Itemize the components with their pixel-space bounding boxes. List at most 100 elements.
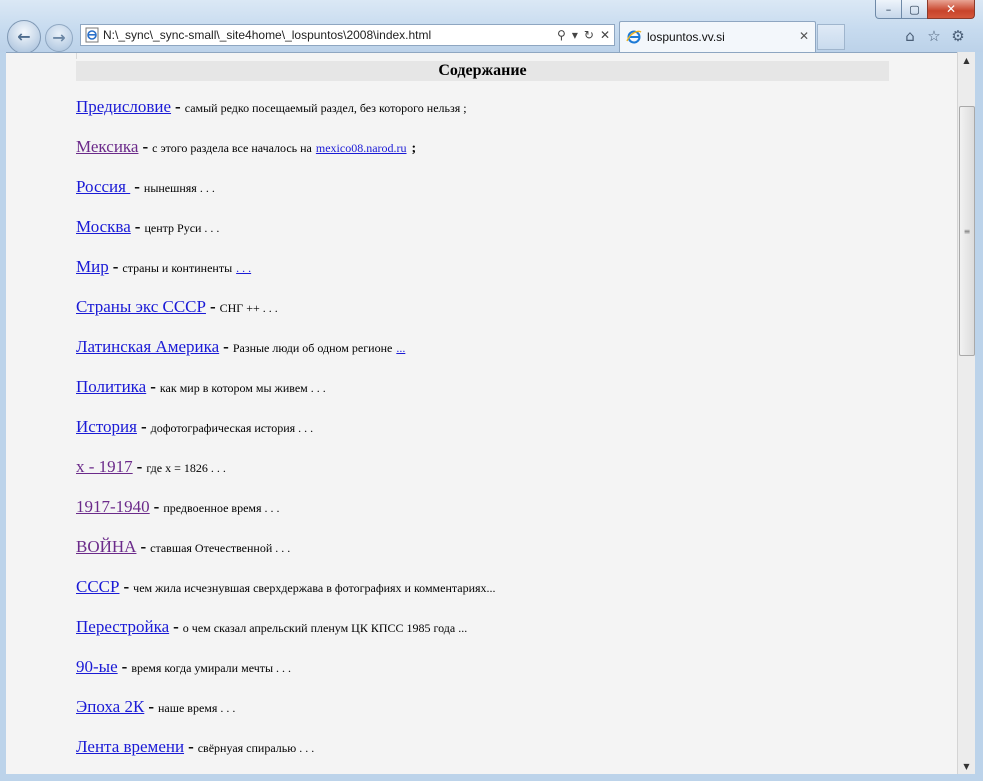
section-link[interactable]: Страны экс СССР [76,297,206,316]
contents-header: Содержание [76,61,889,81]
trailing-text: ; [411,141,417,156]
search-icon[interactable]: ⚲ [557,29,566,41]
list-item: Москва - центр Руси . . . [76,217,219,237]
tab-title: lospuntos.vv.si [647,30,725,44]
list-item: ВОЙНА - ставшая Отечественной . . . [76,537,290,557]
section-link[interactable]: x - 1917 [76,457,133,476]
dropdown-icon[interactable]: ▾ [572,29,578,41]
section-link[interactable]: Эпоха 2К [76,697,144,716]
section-link[interactable]: Мексика [76,137,138,156]
section-description: Разные люди об одном регионе [232,341,393,355]
section-description: с этого раздела все началось на [152,141,312,155]
scroll-down-icon[interactable]: ▼ [958,758,975,775]
forward-arrow-icon: → [52,28,66,47]
section-description: о чем сказал апрельский пленум ЦК КПСС 1… [182,621,468,635]
separator-dash: - [148,697,154,716]
separator-dash: - [136,457,143,476]
section-description: центр Руси . . . [144,221,220,235]
tab-lospuntos[interactable]: lospuntos.vv.si ✕ [619,21,816,52]
separator-dash: - [121,657,128,676]
list-item: Мексика - с этого раздела все началось на … [76,137,416,157]
section-description: время когда умирали мечты . . . [131,661,292,675]
separator-dash: - [150,377,156,396]
separator-dash: - [134,177,140,196]
inline-link[interactable]: . . . [236,261,251,275]
section-description: самый редко посещаемый раздел, без котор… [184,101,467,115]
list-item: Перестройка - о чем сказал апрельский плен… [76,617,467,637]
list-item: СССР - чем жила исчезнувшая сверхдержава в… [76,577,496,597]
favorites-button[interactable]: ☆ [925,27,943,45]
browser-chrome: – ▢ ✕ ← → N:\_sync\_sync-small\_site4hom… [0,0,983,54]
list-item: Мир - страны и континенты . . . [76,257,251,277]
list-item: Предисловие - самый редко посещаемый разде… [76,97,467,117]
separator-dash: - [112,257,119,276]
separator-dash: - [140,537,147,556]
section-link[interactable]: Россия [76,177,130,196]
separator-dash: - [123,577,130,596]
page-viewport: Содержание Предисловие - самый редко посещ… [6,52,957,775]
section-link[interactable]: Москва [76,217,131,236]
list-item: x - 1917- где x = 1826 . . . [76,457,226,477]
section-description: чем жила исчезнувшая сверхдержава в фото… [133,581,496,595]
section-description: предвоенное время . . . [163,501,280,515]
list-item: Страны экс СССР - СНГ ++ . . . [76,297,278,317]
separator-dash: - [175,97,181,116]
close-window-button[interactable]: ✕ [927,0,975,19]
section-link[interactable]: СССР [76,577,119,596]
separator-dash: - [223,337,229,356]
scroll-thumb[interactable]: ≡ [959,106,975,356]
section-link[interactable]: 1917-1940 [76,497,150,516]
divider [76,53,77,59]
separator-dash: - [173,617,179,636]
section-link[interactable]: 90-ые [76,657,118,676]
separator-dash: - [153,497,160,516]
section-description: где x = 1826 . . . [146,461,226,475]
list-item: Политика - как мир в котором мы живем . . … [76,377,326,397]
list-item: 1917-1940- предвоенное время . . . [76,497,280,517]
home-button[interactable]: ⌂ [901,27,919,45]
section-link[interactable]: Перестройка [76,617,169,636]
separator-dash: - [140,417,147,436]
inline-link[interactable]: mexico08.narod.ru [316,141,407,155]
refresh-icon[interactable]: ↻ [584,29,594,41]
maximize-icon: ▢ [909,2,920,16]
list-item: Эпоха 2К - наше время . . . [76,697,235,717]
separator-dash: - [209,297,216,316]
section-link[interactable]: История [76,417,137,436]
new-tab-button[interactable] [817,24,845,50]
section-description: свёрнуая спиралью . . . [197,741,315,755]
inline-link[interactable]: ... [396,341,405,355]
section-link[interactable]: Предисловие [76,97,171,116]
minimize-button[interactable]: – [875,0,902,19]
separator-dash: - [134,217,141,236]
list-item: 90-ые - время когда умирали мечты . . . [76,657,291,677]
list-item: Лента времени - свёрнуая спиралью . . . [76,737,314,757]
section-link[interactable]: ВОЙНА [76,537,136,556]
close-icon: ✕ [945,2,957,16]
section-description: страны и континенты [122,261,233,275]
section-description: нынешняя . . . [143,181,215,195]
section-link[interactable]: Мир [76,257,109,276]
section-description: СНГ ++ . . . [219,301,278,315]
maximize-button[interactable]: ▢ [901,0,928,19]
section-link[interactable]: Латинская Америка [76,337,219,356]
separator-dash: - [188,737,194,756]
forward-button[interactable]: → [45,24,73,52]
window-frame-right [975,52,983,781]
ie-icon [626,30,642,44]
address-url: N:\_sync\_sync-small\_site4home\_lospunt… [103,28,432,42]
back-arrow-icon: ← [17,27,31,46]
window-frame-bottom [0,774,983,781]
grip-icon: ≡ [963,226,971,236]
address-bar[interactable]: N:\_sync\_sync-small\_site4home\_lospunt… [80,24,615,46]
section-description: дофотографическая история . . . [150,421,314,435]
tools-button[interactable]: ⚙ [949,27,967,45]
stop-icon[interactable]: ✕ [600,29,610,41]
section-description: ставшая Отечественной . . . [150,541,291,555]
section-link[interactable]: Политика [76,377,146,396]
tab-close-icon[interactable]: ✕ [799,29,809,43]
back-button[interactable]: ← [7,20,41,54]
vertical-scrollbar[interactable]: ▲ ≡ ▼ [957,52,975,775]
scroll-up-icon[interactable]: ▲ [958,52,975,69]
section-link[interactable]: Лента времени [76,737,184,756]
